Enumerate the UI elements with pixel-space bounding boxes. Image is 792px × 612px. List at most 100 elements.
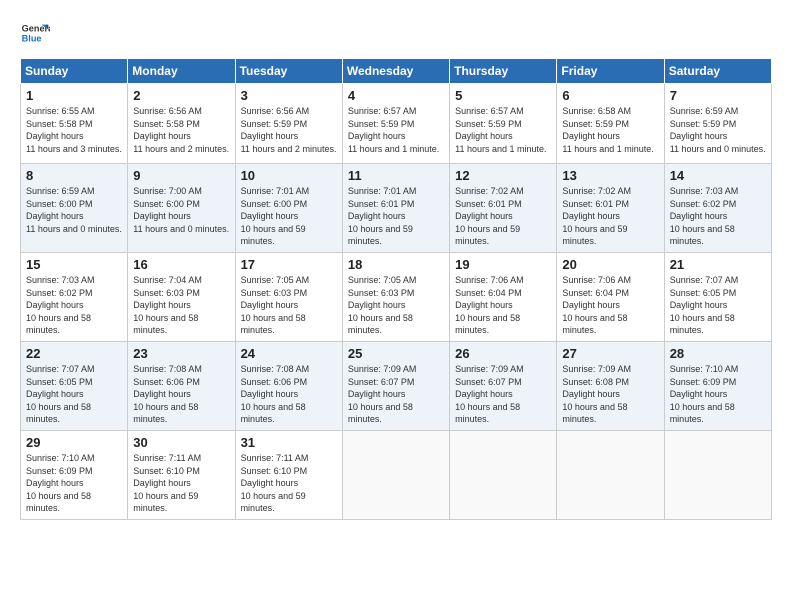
day-number: 8: [26, 168, 122, 183]
day-info: Sunrise: 7:06 AM Sunset: 6:04 PM Dayligh…: [455, 274, 551, 337]
day-cell: [557, 430, 664, 519]
day-cell: 13 Sunrise: 7:02 AM Sunset: 6:01 PM Dayl…: [557, 164, 664, 253]
day-info: Sunrise: 7:09 AM Sunset: 6:07 PM Dayligh…: [348, 363, 444, 426]
day-info: Sunrise: 7:10 AM Sunset: 6:09 PM Dayligh…: [26, 452, 122, 515]
day-cell: 17 Sunrise: 7:05 AM Sunset: 6:03 PM Dayl…: [235, 252, 342, 341]
calendar-header-row: SundayMondayTuesdayWednesdayThursdayFrid…: [21, 59, 772, 84]
day-number: 30: [133, 435, 229, 450]
calendar-table: SundayMondayTuesdayWednesdayThursdayFrid…: [20, 58, 772, 520]
day-cell: 9 Sunrise: 7:00 AM Sunset: 6:00 PM Dayli…: [128, 164, 235, 253]
day-info: Sunrise: 7:03 AM Sunset: 6:02 PM Dayligh…: [670, 185, 766, 248]
day-number: 13: [562, 168, 658, 183]
day-info: Sunrise: 6:55 AM Sunset: 5:58 PM Dayligh…: [26, 105, 122, 155]
day-info: Sunrise: 7:03 AM Sunset: 6:02 PM Dayligh…: [26, 274, 122, 337]
day-info: Sunrise: 7:10 AM Sunset: 6:09 PM Dayligh…: [670, 363, 766, 426]
day-cell: 19 Sunrise: 7:06 AM Sunset: 6:04 PM Dayl…: [450, 252, 557, 341]
week-row-3: 15 Sunrise: 7:03 AM Sunset: 6:02 PM Dayl…: [21, 252, 772, 341]
day-number: 15: [26, 257, 122, 272]
day-cell: 7 Sunrise: 6:59 AM Sunset: 5:59 PM Dayli…: [664, 84, 771, 164]
day-info: Sunrise: 7:05 AM Sunset: 6:03 PM Dayligh…: [241, 274, 337, 337]
day-info: Sunrise: 7:08 AM Sunset: 6:06 PM Dayligh…: [241, 363, 337, 426]
day-header-friday: Friday: [557, 59, 664, 84]
day-info: Sunrise: 6:59 AM Sunset: 5:59 PM Dayligh…: [670, 105, 766, 155]
day-cell: 23 Sunrise: 7:08 AM Sunset: 6:06 PM Dayl…: [128, 341, 235, 430]
week-row-4: 22 Sunrise: 7:07 AM Sunset: 6:05 PM Dayl…: [21, 341, 772, 430]
day-cell: 1 Sunrise: 6:55 AM Sunset: 5:58 PM Dayli…: [21, 84, 128, 164]
week-row-1: 1 Sunrise: 6:55 AM Sunset: 5:58 PM Dayli…: [21, 84, 772, 164]
day-cell: 10 Sunrise: 7:01 AM Sunset: 6:00 PM Dayl…: [235, 164, 342, 253]
day-number: 14: [670, 168, 766, 183]
logo-icon: General Blue: [20, 18, 50, 48]
day-cell: 8 Sunrise: 6:59 AM Sunset: 6:00 PM Dayli…: [21, 164, 128, 253]
day-info: Sunrise: 7:07 AM Sunset: 6:05 PM Dayligh…: [26, 363, 122, 426]
day-header-wednesday: Wednesday: [342, 59, 449, 84]
day-number: 12: [455, 168, 551, 183]
day-cell: 28 Sunrise: 7:10 AM Sunset: 6:09 PM Dayl…: [664, 341, 771, 430]
day-cell: 29 Sunrise: 7:10 AM Sunset: 6:09 PM Dayl…: [21, 430, 128, 519]
day-cell: 20 Sunrise: 7:06 AM Sunset: 6:04 PM Dayl…: [557, 252, 664, 341]
day-cell: 2 Sunrise: 6:56 AM Sunset: 5:58 PM Dayli…: [128, 84, 235, 164]
day-info: Sunrise: 7:01 AM Sunset: 6:00 PM Dayligh…: [241, 185, 337, 248]
day-number: 25: [348, 346, 444, 361]
day-cell: 30 Sunrise: 7:11 AM Sunset: 6:10 PM Dayl…: [128, 430, 235, 519]
day-number: 16: [133, 257, 229, 272]
day-info: Sunrise: 7:09 AM Sunset: 6:07 PM Dayligh…: [455, 363, 551, 426]
day-cell: 12 Sunrise: 7:02 AM Sunset: 6:01 PM Dayl…: [450, 164, 557, 253]
day-cell: 5 Sunrise: 6:57 AM Sunset: 5:59 PM Dayli…: [450, 84, 557, 164]
day-header-sunday: Sunday: [21, 59, 128, 84]
day-info: Sunrise: 7:02 AM Sunset: 6:01 PM Dayligh…: [455, 185, 551, 248]
day-header-monday: Monday: [128, 59, 235, 84]
day-number: 2: [133, 88, 229, 103]
day-info: Sunrise: 6:57 AM Sunset: 5:59 PM Dayligh…: [455, 105, 551, 155]
day-info: Sunrise: 7:11 AM Sunset: 6:10 PM Dayligh…: [241, 452, 337, 515]
day-cell: 22 Sunrise: 7:07 AM Sunset: 6:05 PM Dayl…: [21, 341, 128, 430]
day-info: Sunrise: 6:58 AM Sunset: 5:59 PM Dayligh…: [562, 105, 658, 155]
day-number: 22: [26, 346, 122, 361]
day-cell: 24 Sunrise: 7:08 AM Sunset: 6:06 PM Dayl…: [235, 341, 342, 430]
day-number: 9: [133, 168, 229, 183]
day-cell: 27 Sunrise: 7:09 AM Sunset: 6:08 PM Dayl…: [557, 341, 664, 430]
calendar-body: 1 Sunrise: 6:55 AM Sunset: 5:58 PM Dayli…: [21, 84, 772, 520]
day-cell: [342, 430, 449, 519]
page: General Blue SundayMondayTuesdayWednesda…: [0, 0, 792, 612]
day-number: 10: [241, 168, 337, 183]
day-number: 6: [562, 88, 658, 103]
day-number: 23: [133, 346, 229, 361]
day-number: 1: [26, 88, 122, 103]
week-row-5: 29 Sunrise: 7:10 AM Sunset: 6:09 PM Dayl…: [21, 430, 772, 519]
day-info: Sunrise: 7:09 AM Sunset: 6:08 PM Dayligh…: [562, 363, 658, 426]
day-number: 3: [241, 88, 337, 103]
day-number: 18: [348, 257, 444, 272]
day-cell: 18 Sunrise: 7:05 AM Sunset: 6:03 PM Dayl…: [342, 252, 449, 341]
day-number: 31: [241, 435, 337, 450]
day-number: 5: [455, 88, 551, 103]
day-number: 19: [455, 257, 551, 272]
day-number: 27: [562, 346, 658, 361]
week-row-2: 8 Sunrise: 6:59 AM Sunset: 6:00 PM Dayli…: [21, 164, 772, 253]
day-header-thursday: Thursday: [450, 59, 557, 84]
day-cell: 6 Sunrise: 6:58 AM Sunset: 5:59 PM Dayli…: [557, 84, 664, 164]
day-info: Sunrise: 7:05 AM Sunset: 6:03 PM Dayligh…: [348, 274, 444, 337]
day-number: 28: [670, 346, 766, 361]
day-info: Sunrise: 6:57 AM Sunset: 5:59 PM Dayligh…: [348, 105, 444, 155]
day-cell: [450, 430, 557, 519]
day-cell: 21 Sunrise: 7:07 AM Sunset: 6:05 PM Dayl…: [664, 252, 771, 341]
day-number: 26: [455, 346, 551, 361]
day-header-tuesday: Tuesday: [235, 59, 342, 84]
day-info: Sunrise: 7:08 AM Sunset: 6:06 PM Dayligh…: [133, 363, 229, 426]
day-cell: 3 Sunrise: 6:56 AM Sunset: 5:59 PM Dayli…: [235, 84, 342, 164]
logo: General Blue: [20, 18, 50, 48]
day-cell: 16 Sunrise: 7:04 AM Sunset: 6:03 PM Dayl…: [128, 252, 235, 341]
day-number: 21: [670, 257, 766, 272]
day-info: Sunrise: 7:11 AM Sunset: 6:10 PM Dayligh…: [133, 452, 229, 515]
day-number: 11: [348, 168, 444, 183]
day-cell: 25 Sunrise: 7:09 AM Sunset: 6:07 PM Dayl…: [342, 341, 449, 430]
day-cell: 14 Sunrise: 7:03 AM Sunset: 6:02 PM Dayl…: [664, 164, 771, 253]
day-info: Sunrise: 7:02 AM Sunset: 6:01 PM Dayligh…: [562, 185, 658, 248]
day-number: 7: [670, 88, 766, 103]
day-cell: 4 Sunrise: 6:57 AM Sunset: 5:59 PM Dayli…: [342, 84, 449, 164]
day-cell: 31 Sunrise: 7:11 AM Sunset: 6:10 PM Dayl…: [235, 430, 342, 519]
header: General Blue: [20, 18, 772, 48]
day-info: Sunrise: 6:56 AM Sunset: 5:58 PM Dayligh…: [133, 105, 229, 155]
day-info: Sunrise: 7:04 AM Sunset: 6:03 PM Dayligh…: [133, 274, 229, 337]
